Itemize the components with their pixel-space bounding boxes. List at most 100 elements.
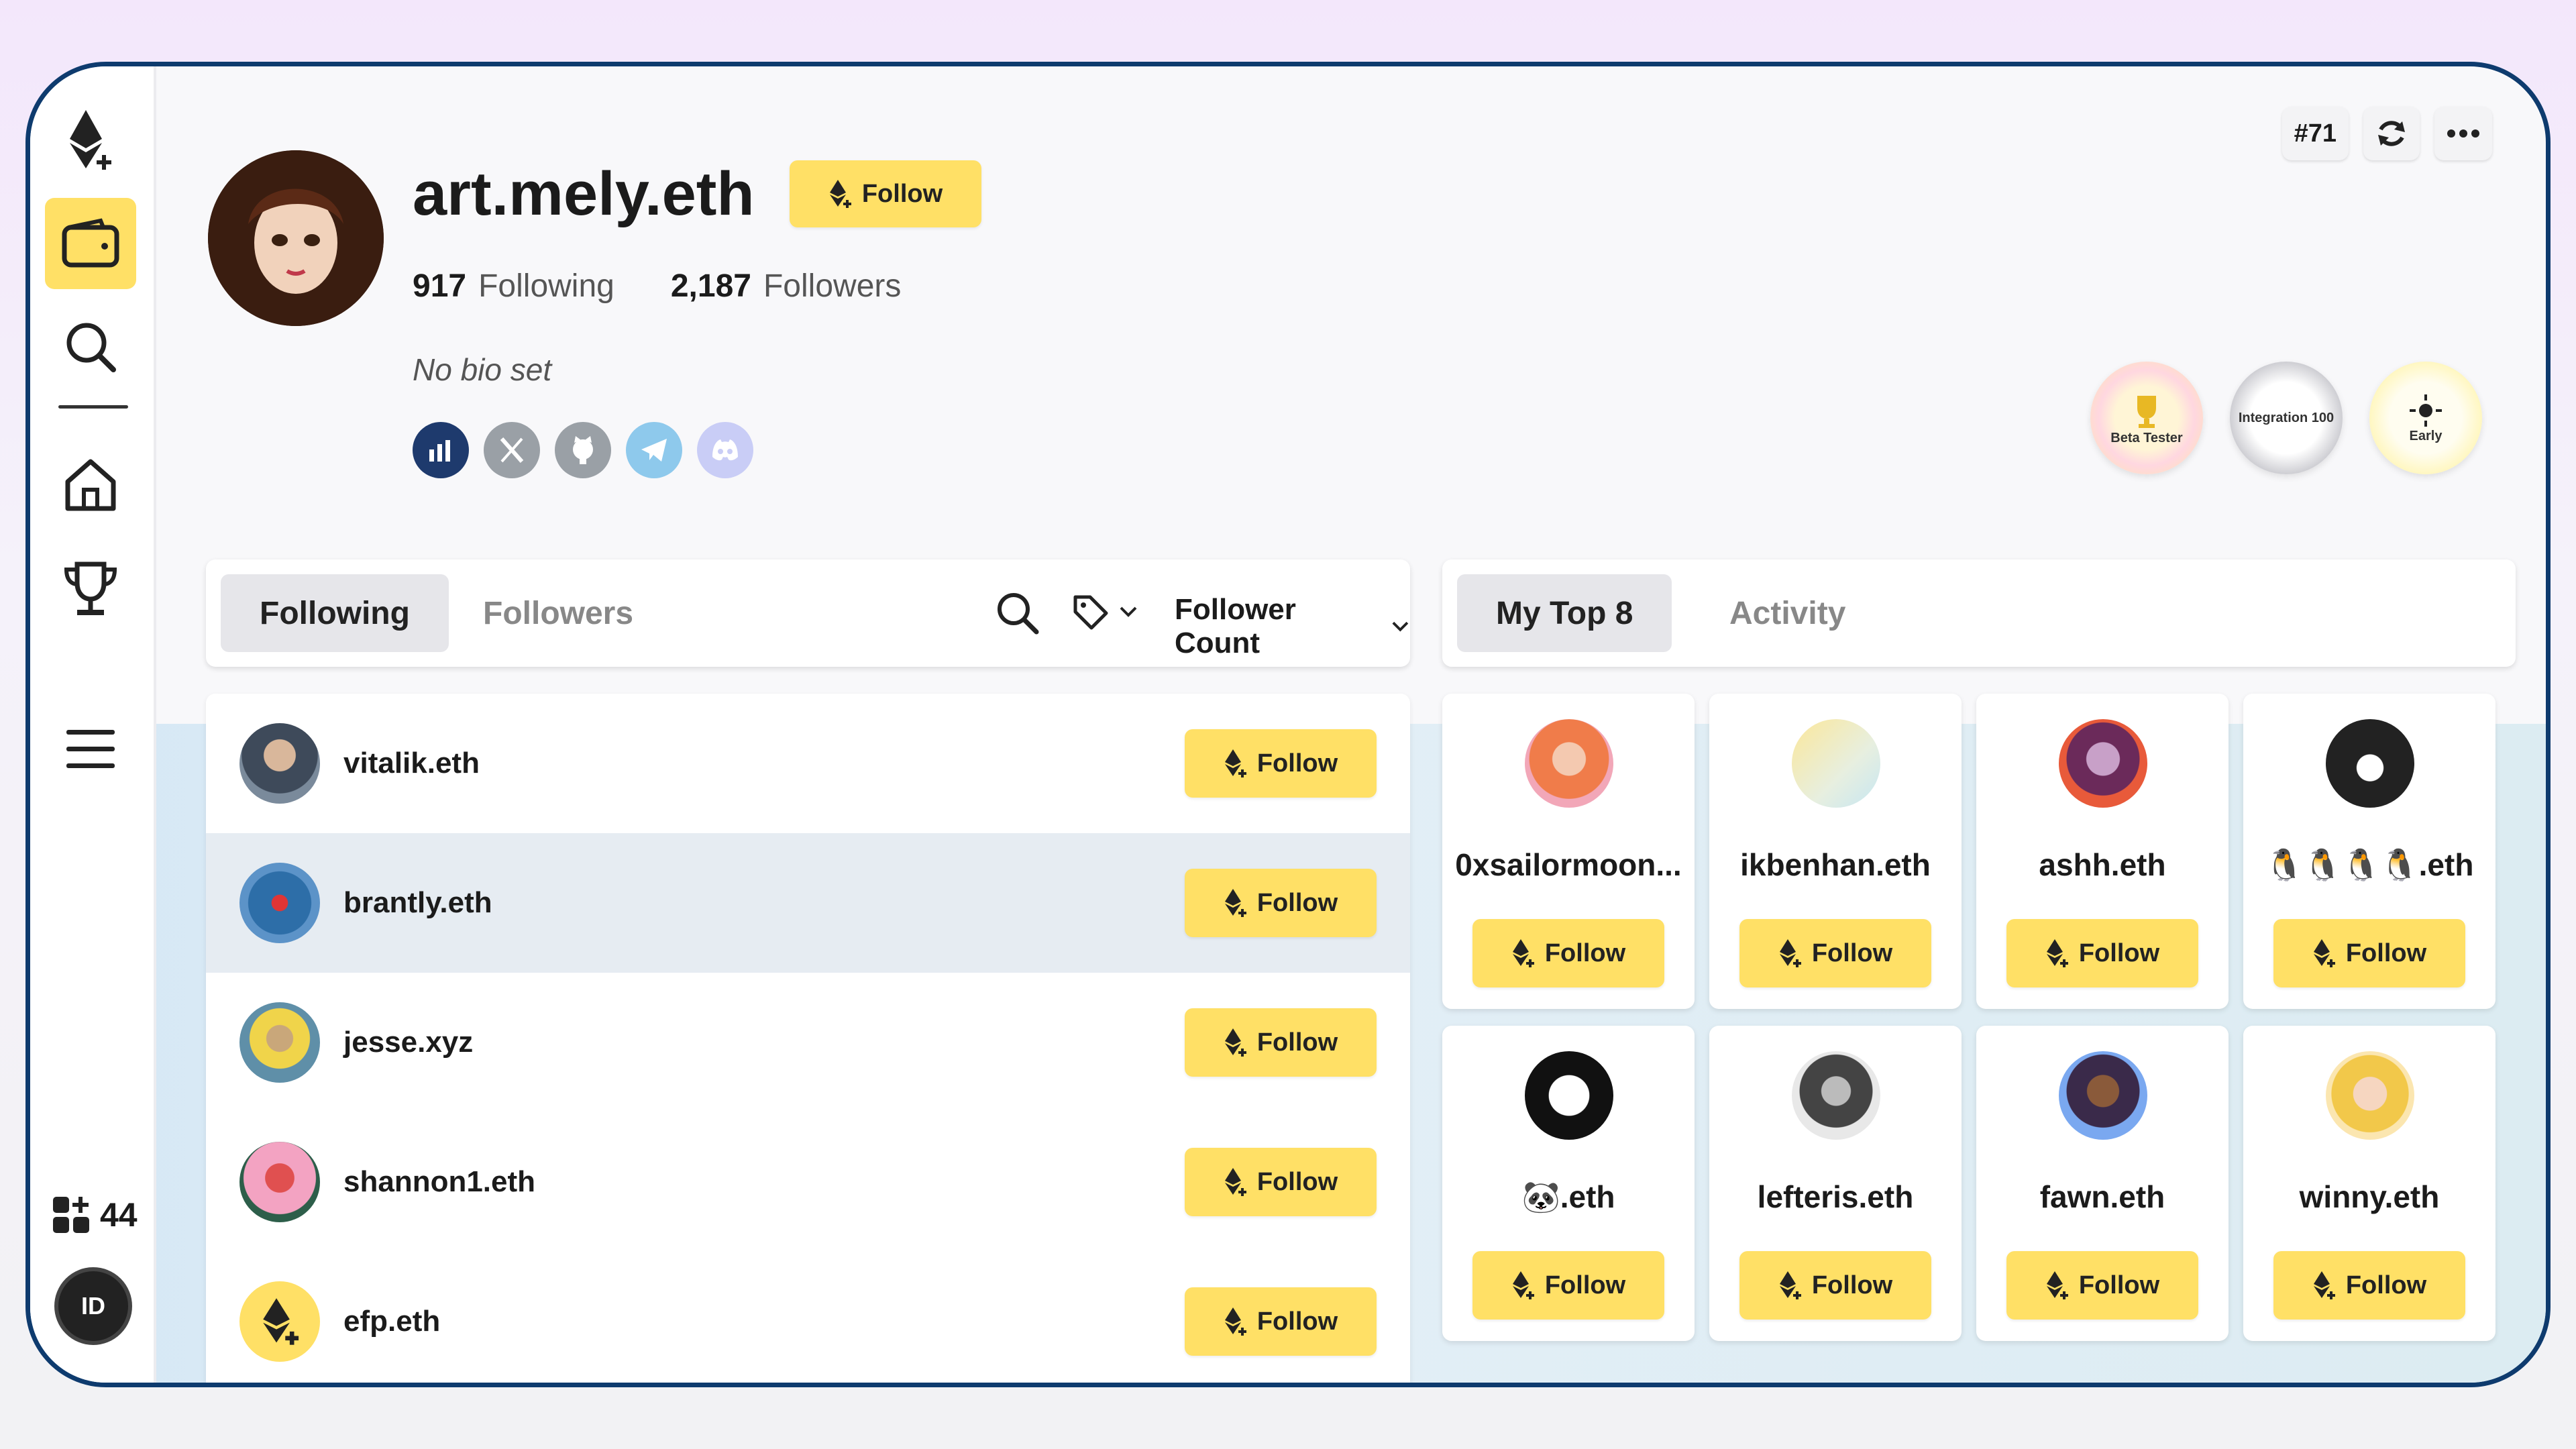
avatar xyxy=(1525,719,1613,808)
follow-button[interactable]: Follow xyxy=(1185,1148,1377,1216)
follow-label: Follow xyxy=(2078,1271,2160,1299)
profile-stats: 917 Following 2,187 Followers xyxy=(413,268,901,305)
list-item[interactable]: vitalik.eth Follow xyxy=(206,694,1410,833)
profile-name: art.mely.eth xyxy=(413,160,755,228)
top8-card-name: ashh.eth xyxy=(2039,847,2166,882)
refresh-icon[interactable] xyxy=(2363,107,2420,160)
badge-early[interactable]: Early xyxy=(2369,362,2482,474)
tag-filter-dropdown[interactable] xyxy=(1071,593,1138,631)
follow-button[interactable]: Follow xyxy=(1472,1251,1664,1320)
follow-button[interactable]: Follow xyxy=(2006,1251,2198,1320)
trophy-icon[interactable] xyxy=(45,544,136,635)
ethereum-identity-kit-badge[interactable]: ID xyxy=(54,1267,132,1345)
more-icon[interactable] xyxy=(2434,107,2492,160)
follow-label: Follow xyxy=(1256,1307,1338,1336)
menu-icon[interactable] xyxy=(45,704,136,795)
follow-button[interactable]: Follow xyxy=(1185,869,1377,937)
list-item-name: vitalik.eth xyxy=(343,747,480,780)
following-stat[interactable]: 917 Following xyxy=(413,268,614,305)
telegram-icon[interactable] xyxy=(626,422,682,478)
follow-label: Follow xyxy=(2078,938,2160,967)
follow-button[interactable]: Follow xyxy=(2273,1251,2465,1320)
apps-count[interactable]: 44 xyxy=(52,1195,138,1234)
sort-dropdown[interactable]: Follower Count xyxy=(1175,593,1410,660)
follow-button[interactable]: Follow xyxy=(2273,919,2465,987)
follow-button[interactable]: Follow xyxy=(2006,919,2198,987)
tab-following[interactable]: Following xyxy=(221,574,449,652)
follow-label: Follow xyxy=(2345,938,2427,967)
follow-label: Follow xyxy=(1256,749,1338,777)
list-item-name: jesse.xyz xyxy=(343,1026,474,1059)
top8-card[interactable]: 0xsailormoon... Follow xyxy=(1442,694,1695,1009)
top8-card[interactable]: lefteris.eth Follow xyxy=(1709,1026,1962,1341)
tab-my-top-8[interactable]: My Top 8 xyxy=(1457,574,1672,652)
sort-label: Follower Count xyxy=(1175,593,1296,659)
rank-badge[interactable]: #71 xyxy=(2282,107,2349,160)
followers-stat[interactable]: 2,187 Followers xyxy=(671,268,902,305)
app-window: 44 ID #71 art.mely.eth Follow 917 Followi… xyxy=(25,62,2551,1387)
profile-avatar xyxy=(208,150,384,326)
list-item-name: efp.eth xyxy=(343,1305,441,1338)
follow-label: Follow xyxy=(1544,938,1626,967)
avatar xyxy=(2326,719,2414,808)
top8-card[interactable]: ikbenhan.eth Follow xyxy=(1709,694,1962,1009)
trophy-badge-icon xyxy=(2137,395,2156,428)
top8-card[interactable]: 🐼.eth Follow xyxy=(1442,1026,1695,1341)
discord-icon[interactable] xyxy=(697,422,753,478)
x-icon[interactable] xyxy=(484,422,540,478)
etherscan-icon[interactable] xyxy=(413,422,469,478)
id-badge-label: ID xyxy=(81,1292,105,1320)
search-icon[interactable] xyxy=(45,301,136,392)
list-item-name: shannon1.eth xyxy=(343,1165,536,1198)
tab-followers[interactable]: Followers xyxy=(444,574,672,652)
follow-label: Follow xyxy=(1256,888,1338,917)
list-item[interactable]: brantly.eth Follow xyxy=(206,833,1410,973)
avatar xyxy=(2059,719,2147,808)
follow-button[interactable]: Follow xyxy=(1472,919,1664,987)
top8-card-name: winny.eth xyxy=(2299,1179,2440,1214)
efp-follow-icon xyxy=(2046,939,2068,967)
home-icon[interactable] xyxy=(45,439,136,531)
badge-integration-100[interactable]: Integration 100 xyxy=(2230,362,2343,474)
followers-label: Followers xyxy=(763,268,902,304)
following-count: 917 xyxy=(413,268,467,304)
badge-beta-tester-label: Beta Tester xyxy=(2110,430,2183,445)
top8-card[interactable]: 🐧🐧🐧🐧.eth Follow xyxy=(2243,694,2496,1009)
tab-activity[interactable]: Activity xyxy=(1690,574,1884,652)
efp-follow-icon xyxy=(1779,939,1801,967)
follow-button[interactable]: Follow xyxy=(1185,1008,1377,1077)
profile-follow-button[interactable]: Follow xyxy=(790,160,981,227)
follow-button[interactable]: Follow xyxy=(1739,919,1931,987)
efp-logo-icon[interactable] xyxy=(45,95,136,186)
list-search-icon[interactable] xyxy=(995,590,1039,638)
list-item[interactable]: efp.eth Follow xyxy=(206,1252,1410,1383)
follow-button[interactable]: Follow xyxy=(1185,729,1377,798)
top8-card-name: lefteris.eth xyxy=(1757,1179,1914,1214)
efp-follow-icon xyxy=(2313,1271,2335,1299)
top8-card[interactable]: ashh.eth Follow xyxy=(1976,694,2229,1009)
wallet-icon[interactable] xyxy=(45,198,136,289)
efp-follow-icon xyxy=(829,180,851,208)
top8-panel-header: My Top 8 Activity xyxy=(1442,559,2516,667)
follow-button[interactable]: Follow xyxy=(1739,1251,1931,1320)
badge-beta-tester[interactable]: Beta Tester xyxy=(2090,362,2203,474)
follow-button[interactable]: Follow xyxy=(1185,1287,1377,1356)
follow-label: Follow xyxy=(1811,938,1893,967)
follow-label: Follow xyxy=(2345,1271,2427,1299)
list-item-name: brantly.eth xyxy=(343,886,492,919)
avatar xyxy=(239,723,320,804)
efp-follow-icon xyxy=(1224,889,1246,917)
sort-chevron-down-icon xyxy=(1392,621,1409,632)
profile-follow-label: Follow xyxy=(861,179,943,208)
avatar xyxy=(1792,1051,1880,1140)
following-panel-header: Following Followers Follower Count xyxy=(206,559,1410,667)
efp-follow-icon xyxy=(1779,1271,1801,1299)
efp-follow-icon xyxy=(1224,1028,1246,1057)
list-item[interactable]: shannon1.eth Follow xyxy=(206,1112,1410,1252)
list-item[interactable]: jesse.xyz Follow xyxy=(206,973,1410,1112)
github-icon[interactable] xyxy=(555,422,611,478)
top8-card[interactable]: fawn.eth Follow xyxy=(1976,1026,2229,1341)
profile-bio: No bio set xyxy=(413,352,552,387)
efp-follow-icon xyxy=(1512,1271,1534,1299)
top8-card[interactable]: winny.eth Follow xyxy=(2243,1026,2496,1341)
